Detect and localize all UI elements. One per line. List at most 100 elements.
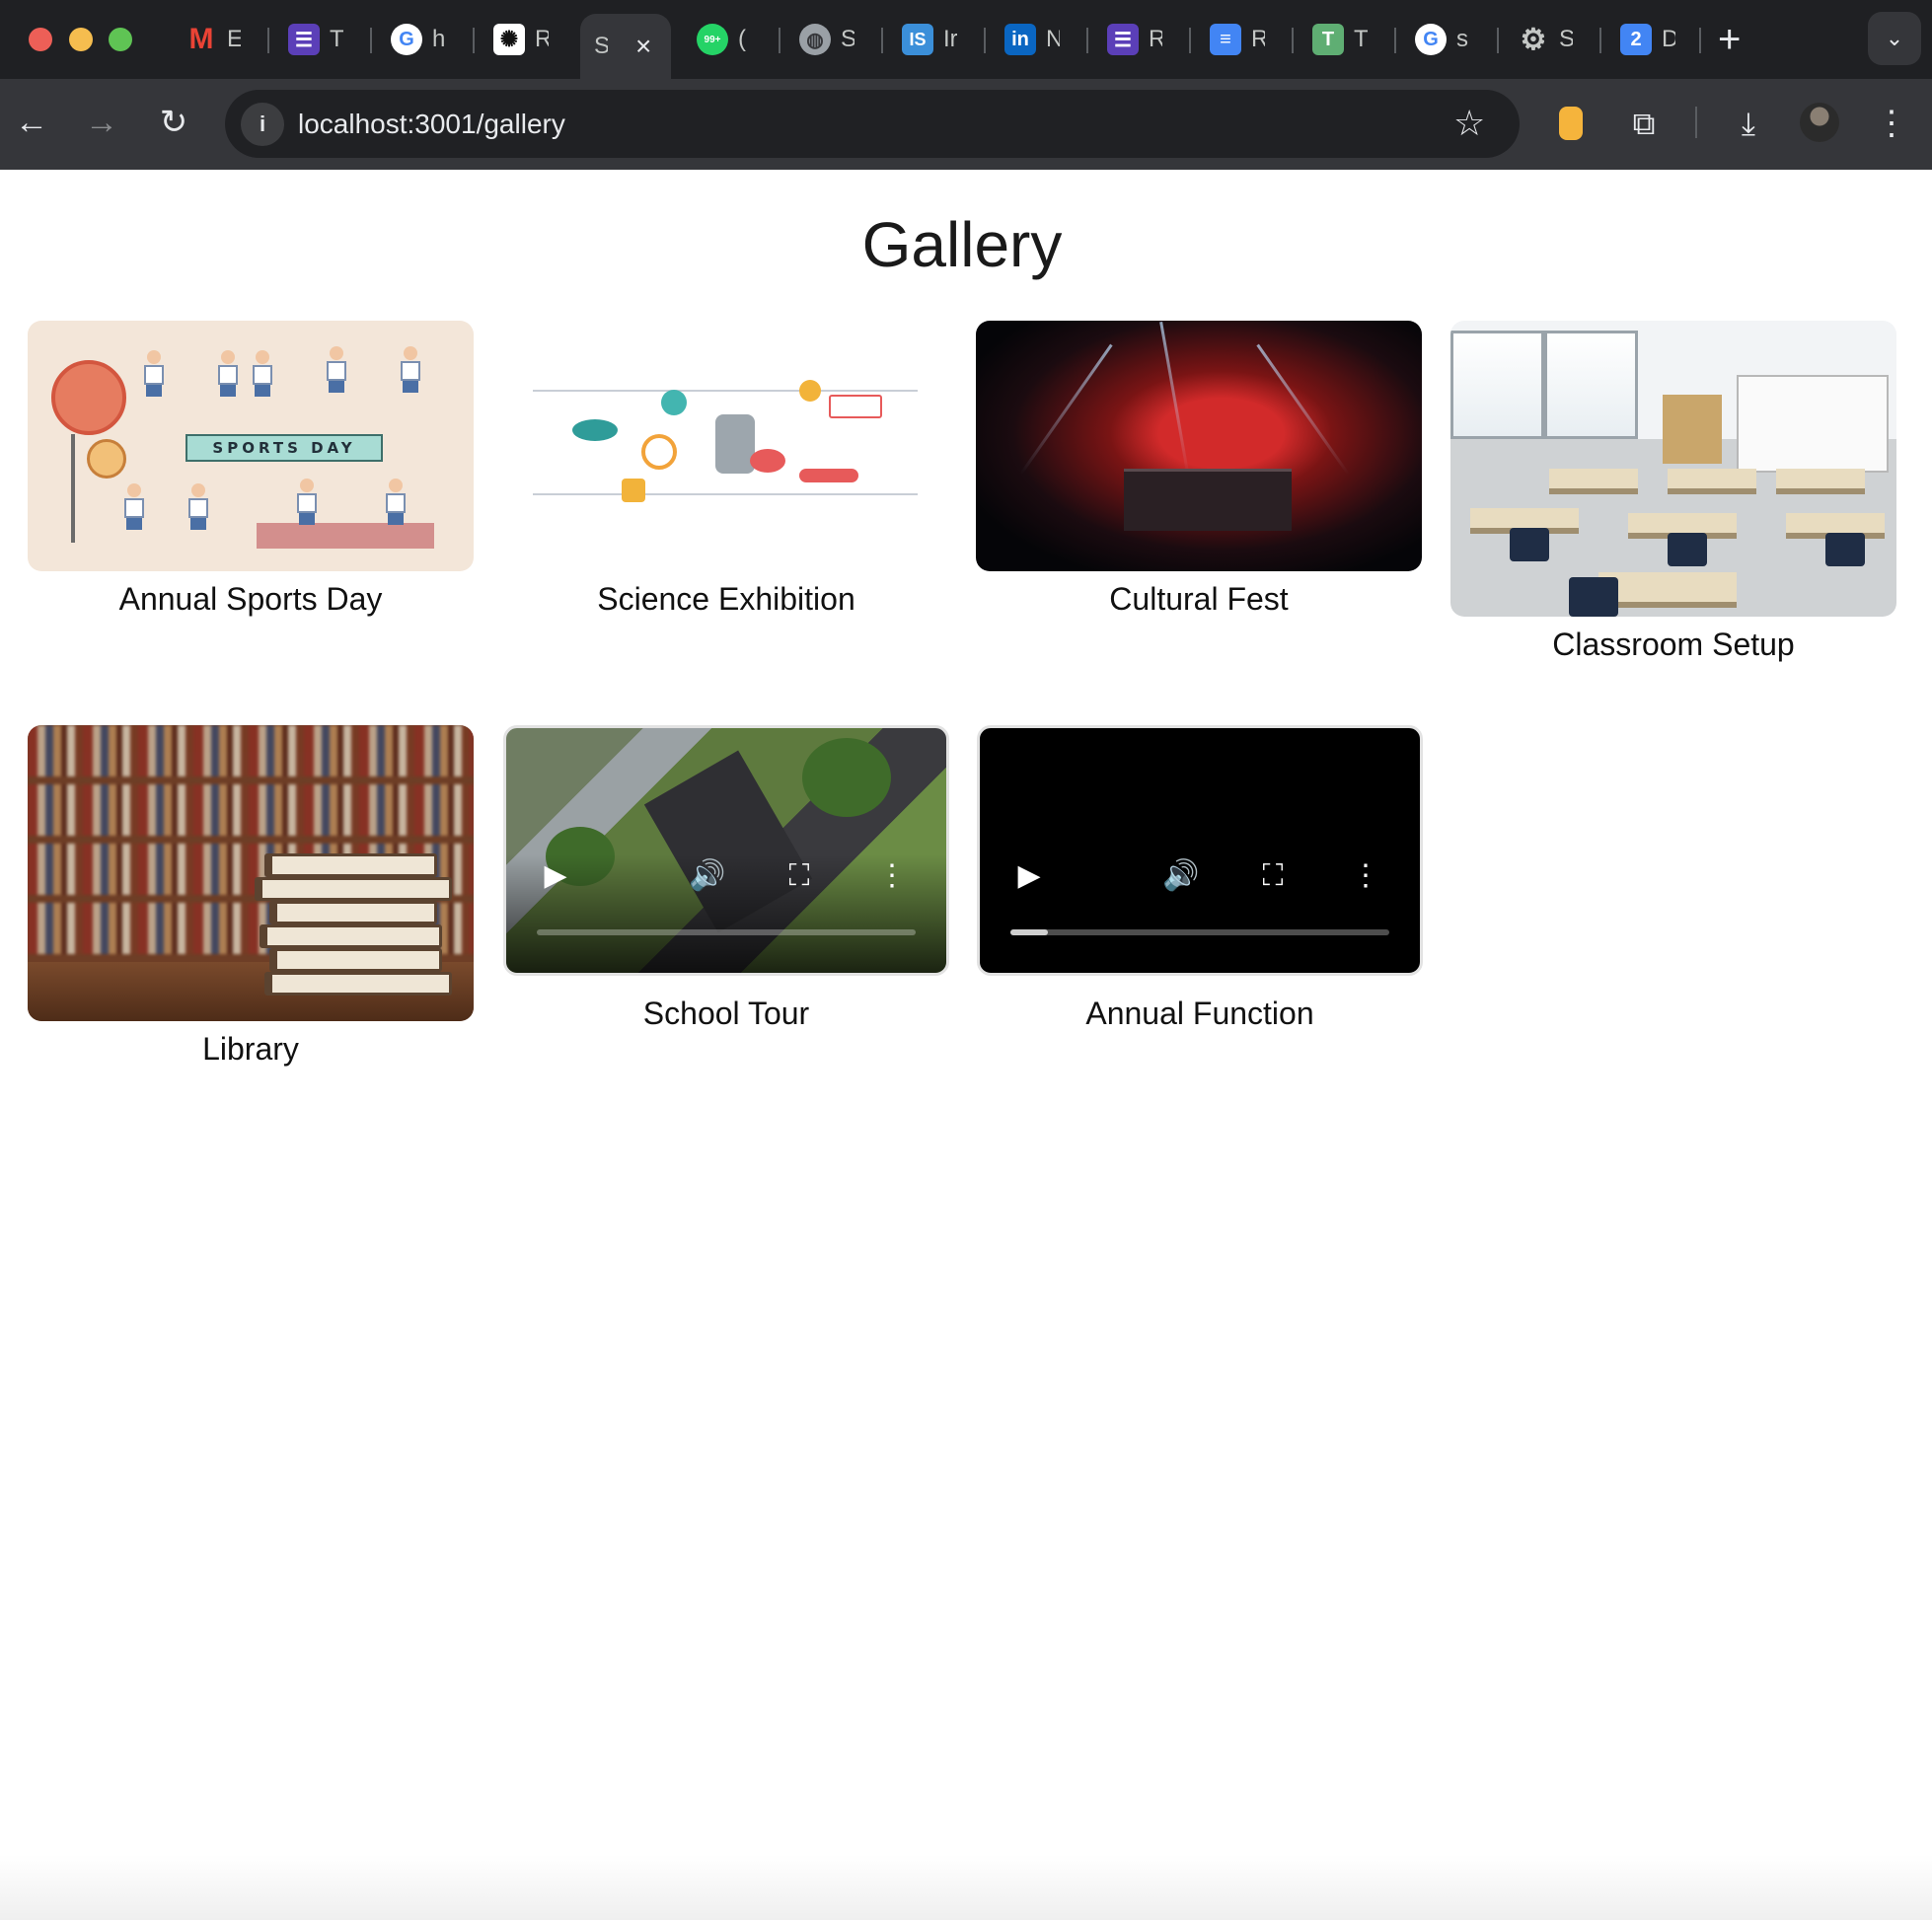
tab-is[interactable]: IS Ir [888,14,971,65]
chevron-down-icon: ⌄ [1885,26,1904,50]
tab-t[interactable]: T T [1299,14,1381,65]
gallery-card[interactable]: Classroom Setup [1450,321,1896,666]
sports-day-banner: SPORTS DAY [186,434,383,462]
tab-globe[interactable]: ◍ S [785,14,868,65]
desk-shape [1668,469,1756,494]
tab-chatgpt[interactable]: ✺ R [480,14,562,65]
fullscreen-icon[interactable]: ⛶ [1255,858,1291,894]
chair-shape [1510,528,1549,561]
tab-label: Ir [943,26,957,52]
tab-divider [881,28,883,53]
school-tour-video[interactable]: ▶ 🔊 ⛶ ⋮ [503,725,949,976]
science-exhibition-image[interactable] [503,321,949,571]
tab-label: R [535,26,549,52]
video-progress-bar[interactable] [537,929,916,935]
docs-icon: ≡ [1210,24,1241,55]
tab-label: R [1149,26,1162,52]
tab-google-1[interactable]: G h [377,14,460,65]
volume-icon[interactable]: 🔊 [689,858,725,894]
gallery-card[interactable]: ▶ 🔊 ⛶ ⋮ Annual Function [977,725,1423,1035]
more-options-icon[interactable]: ⋮ [1348,858,1383,894]
tab-label: D [1662,26,1675,52]
forward-button[interactable]: → [80,101,123,144]
gallery-card[interactable]: Cultural Fest [976,321,1422,621]
window-shape [1450,331,1544,439]
site-info-icon[interactable]: i [241,103,284,146]
browser-menu-icon[interactable]: ⋮ [1875,102,1908,145]
tab-active[interactable]: S × [580,14,671,79]
extension-icon[interactable] [1559,107,1583,140]
arrow-left-icon: ← [15,104,48,141]
tab-label: S [841,26,855,52]
light-beam [1256,343,1350,476]
magnifier-shape [641,434,677,470]
settings-icon: ⚙ [1520,23,1547,56]
globe-icon: ◍ [799,24,831,55]
athlete-figure [324,346,349,396]
profile-avatar[interactable] [1800,103,1839,142]
tab-docs[interactable]: ≡ R [1196,14,1279,65]
tab-search-button[interactable]: ⌄ [1868,12,1921,65]
new-tab-button[interactable]: + [1718,20,1741,59]
library-image[interactable] [28,725,474,1021]
window-maximize-button[interactable] [109,28,132,51]
toolbar-divider [1695,107,1697,138]
gallery-card[interactable]: ▶ 🔊 ⛶ ⋮ School Tour [503,725,949,1035]
download-icon[interactable]: ⤓ [1727,102,1770,145]
butterfly-shape [750,449,785,473]
page-title: Gallery [861,209,1063,280]
volume-icon[interactable]: 🔊 [1162,858,1199,894]
tab-whatsapp[interactable]: 99+ ( [683,14,766,65]
tab-google-2[interactable]: G s [1401,14,1484,65]
reload-icon: ↻ [159,104,188,141]
card-caption: Cultural Fest [1109,581,1289,617]
bookmark-star-icon[interactable]: ☆ [1453,102,1485,145]
close-tab-icon[interactable]: × [635,31,651,62]
play-icon[interactable]: ▶ [1011,858,1047,894]
cultural-fest-image[interactable] [976,321,1422,571]
tab-list-1[interactable]: ☰ T [274,14,357,65]
athlete-figure [294,479,320,528]
ball-shape [87,439,126,479]
back-button[interactable]: ← [10,101,53,144]
tab-label: T [1354,26,1368,52]
extensions-puzzle-icon[interactable]: ⧉ [1622,102,1666,145]
gallery-card[interactable]: Science Exhibition [503,321,949,621]
window-close-button[interactable] [29,28,52,51]
window-minimize-button[interactable] [69,28,93,51]
reload-button[interactable]: ↻ [152,101,195,144]
classroom-setup-image[interactable] [1450,321,1896,617]
annual-function-video[interactable]: ▶ 🔊 ⛶ ⋮ [977,725,1423,976]
fullscreen-icon[interactable]: ⛶ [781,858,817,894]
tab-label: N [1046,26,1060,52]
leaf-shape [572,419,618,441]
tab-calendar[interactable]: 2 D [1606,14,1689,65]
sports-day-image[interactable]: SPORTS DAY [28,321,474,571]
linkedin-icon: in [1004,24,1036,55]
athlete-figure [186,483,211,533]
chatgpt-icon: ✺ [493,24,525,55]
tab-label: s [1456,26,1468,52]
tab-settings[interactable]: ⚙ S [1504,14,1587,65]
gallery-card[interactable]: Library [28,725,474,1071]
tab-divider [370,28,372,53]
tab-gmail[interactable]: M E [172,14,255,65]
t-icon: T [1312,24,1344,55]
play-icon[interactable]: ▶ [538,858,573,894]
chair-shape [1668,533,1707,566]
athlete-figure [250,350,275,400]
url-text[interactable]: localhost:3001/gallery [298,105,565,144]
video-progress-bar[interactable] [1010,929,1389,935]
gallery-card[interactable]: SPORTS DAY Annual Sports Day [28,321,474,621]
athlete-figure [121,483,147,533]
tab-list-2[interactable]: ☰ R [1093,14,1176,65]
beaker-shape [622,479,645,502]
tab-divider [1497,28,1499,53]
more-options-icon[interactable]: ⋮ [874,858,910,894]
book-shape [269,948,442,972]
tab-linkedin[interactable]: in N [991,14,1074,65]
bookshelf-row [28,725,474,776]
book-shape [260,924,442,948]
book-shape [829,395,882,418]
tab-divider [473,28,475,53]
